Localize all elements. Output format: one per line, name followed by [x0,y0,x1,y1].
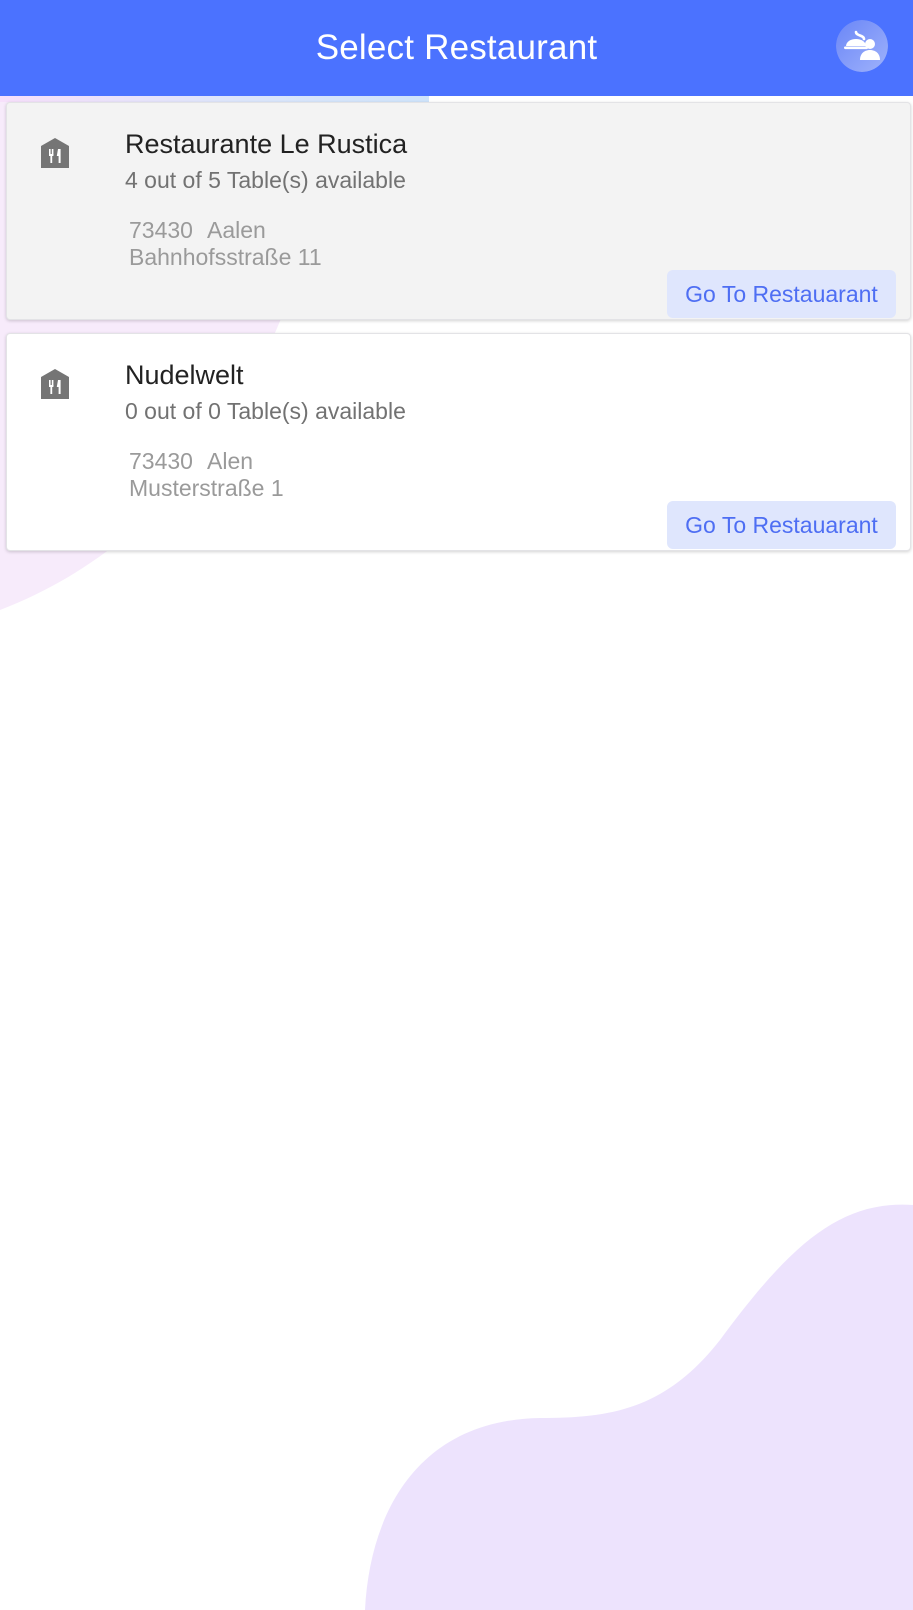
table-availability: 0 out of 0 Table(s) available [125,398,406,424]
restaurant-icon [40,137,70,169]
go-to-restaurant-button[interactable]: Go To Restauarant [667,270,896,318]
restaurant-name: Nudelwelt [125,360,244,390]
postal-code: 73430 [129,217,193,243]
app-bar: Select Restaurant [0,0,913,96]
bottom-right-blob [365,1204,913,1610]
restaurant-list: Restaurante Le Rustica 4 out of 5 Table(… [6,102,911,564]
postal-code: 73430 [129,448,193,474]
table-availability: 4 out of 5 Table(s) available [125,167,406,193]
restaurant-name: Restaurante Le Rustica [125,129,408,159]
street-address: Bahnhofsstraße 11 [129,244,322,270]
waiter-serving-icon[interactable] [836,20,888,72]
city: Aalen [207,217,266,243]
restaurant-icon [40,368,70,400]
restaurant-card[interactable]: Nudelwelt 0 out of 0 Table(s) available … [6,333,911,551]
page-title: Select Restaurant [315,28,598,67]
restaurant-card[interactable]: Restaurante Le Rustica 4 out of 5 Table(… [6,102,911,320]
go-to-restaurant-button[interactable]: Go To Restauarant [667,501,896,549]
street-address: Musterstraße 1 [129,475,284,501]
city: Alen [207,448,254,474]
